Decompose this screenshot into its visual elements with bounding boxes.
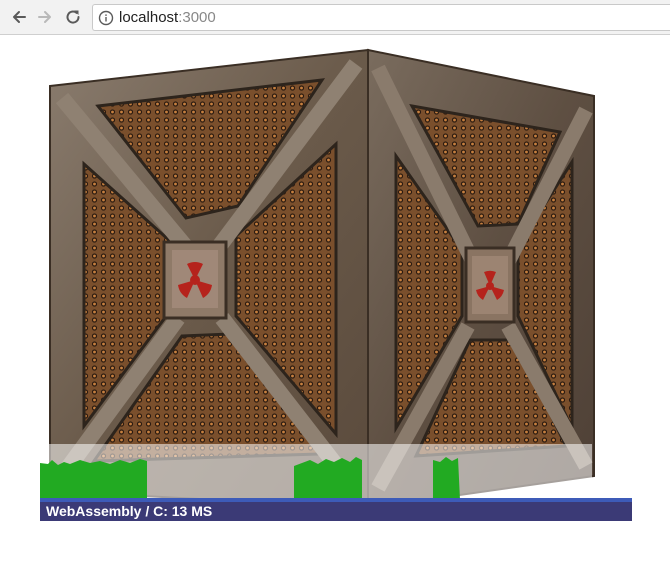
forward-arrow-icon — [38, 11, 51, 23]
perf-stats-label: WebAssembly / C: 13 MS — [46, 503, 213, 519]
reload-button[interactable] — [62, 6, 84, 28]
info-icon[interactable] — [98, 10, 114, 26]
forward-button[interactable] — [34, 6, 56, 28]
url-text: localhost:3000 — [119, 9, 216, 27]
crate-right-face — [367, 48, 595, 510]
address-bar[interactable]: localhost:3000 — [92, 4, 670, 31]
page-viewport: WebAssembly / C: 13 MS — [0, 36, 670, 567]
browser-toolbar: localhost:3000 — [0, 0, 670, 35]
back-button[interactable] — [8, 6, 30, 28]
reload-icon — [66, 10, 80, 24]
back-arrow-icon — [13, 11, 26, 23]
url-port: :3000 — [178, 9, 216, 26]
webgl-canvas[interactable] — [0, 36, 670, 567]
crate-left-face — [49, 48, 369, 510]
url-host: localhost — [119, 9, 179, 26]
